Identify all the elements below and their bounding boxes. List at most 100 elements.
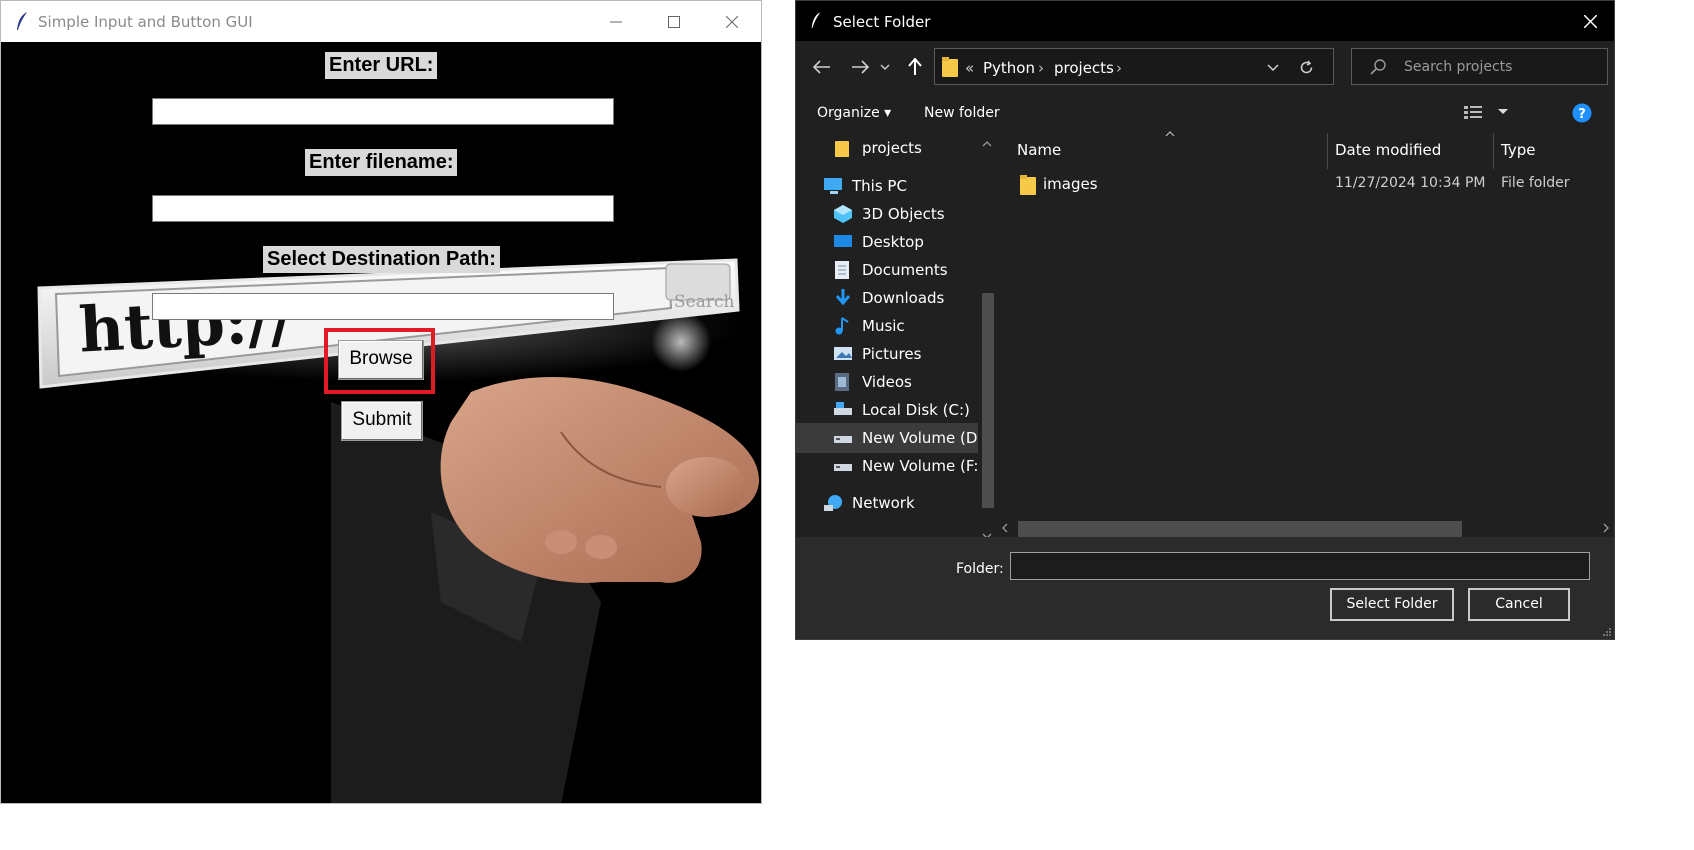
file-name: images	[1043, 175, 1098, 193]
nav-label: Downloads	[862, 289, 945, 307]
file-type: File folder	[1501, 175, 1570, 191]
nav-item-desktop[interactable]: Desktop	[796, 227, 978, 257]
chevron-right-icon[interactable]	[1603, 523, 1609, 533]
column-divider[interactable]	[1493, 133, 1494, 169]
breadcrumb-projects[interactable]: projects	[1054, 59, 1114, 77]
recent-locations-button[interactable]	[875, 51, 895, 83]
help-icon[interactable]: ?	[1572, 103, 1592, 123]
tk-content: http:// Search Enter URL: Enter filename…	[1, 42, 761, 803]
search-box[interactable]: Search projects	[1351, 48, 1608, 85]
folder-input[interactable]	[1010, 552, 1590, 580]
cancel-button[interactable]: Cancel	[1468, 588, 1570, 621]
feather-icon	[811, 12, 821, 28]
nav-label: Network	[852, 494, 915, 512]
picture-icon	[834, 347, 852, 360]
nav-scrollbar-thumb[interactable]	[982, 293, 994, 508]
feather-icon	[17, 12, 27, 30]
chevron-left-icon[interactable]	[1002, 523, 1008, 533]
resize-grip-icon[interactable]	[1602, 627, 1612, 637]
search-icon	[1370, 59, 1386, 75]
nav-label: Desktop	[862, 233, 924, 251]
breadcrumb-separator-icon: ›	[1116, 59, 1122, 77]
drive-icon	[834, 402, 852, 415]
window-title: Simple Input and Button GUI	[38, 13, 253, 31]
drive-icon	[834, 436, 852, 443]
view-options-icon[interactable]	[1464, 105, 1510, 119]
select-folder-button[interactable]: Select Folder	[1330, 588, 1454, 621]
nav-item-new-volume-d[interactable]: New Volume (D:	[796, 423, 983, 453]
maximize-icon	[668, 15, 680, 28]
close-icon	[726, 15, 738, 28]
submit-button[interactable]: Submit	[341, 401, 423, 441]
select-folder-dialog: Select Folder « Python › projects › Sear…	[795, 0, 1615, 640]
nav-label: Pictures	[862, 345, 922, 363]
nav-item-network[interactable]: Network	[796, 488, 978, 518]
column-header-type[interactable]: Type	[1501, 141, 1535, 159]
address-bar[interactable]: « Python › projects ›	[934, 48, 1334, 85]
filename-label: Enter filename:	[305, 149, 458, 176]
file-date: 11/27/2024 10:34 PM	[1335, 175, 1486, 191]
dialog-close-button[interactable]	[1566, 1, 1614, 41]
column-header-name[interactable]: Name	[1017, 141, 1061, 159]
bg-search-text: Search	[674, 292, 735, 312]
up-button[interactable]	[900, 51, 930, 83]
folder-icon	[942, 57, 958, 77]
search-input[interactable]: Search projects	[1404, 59, 1512, 75]
nav-item-local-disk-c[interactable]: Local Disk (C:)	[796, 395, 978, 425]
nav-label: Videos	[862, 373, 912, 391]
url-input[interactable]	[152, 98, 614, 125]
chevron-up-icon[interactable]	[982, 141, 992, 147]
browse-button[interactable]: Browse	[338, 340, 424, 380]
maximize-button[interactable]	[645, 1, 703, 42]
desktop-icon	[834, 235, 852, 247]
column-header-date[interactable]: Date modified	[1335, 141, 1441, 159]
breadcrumb-python[interactable]: Python	[983, 59, 1035, 77]
network-icon	[824, 495, 842, 511]
close-button[interactable]	[703, 1, 761, 42]
tk-window: Simple Input and Button GUI http:// Sear…	[0, 0, 762, 804]
pc-icon	[824, 178, 842, 194]
back-button[interactable]	[807, 51, 837, 83]
refresh-icon[interactable]	[1299, 60, 1314, 75]
nav-item-projects[interactable]: projects	[796, 133, 978, 163]
destination-input[interactable]	[152, 293, 614, 320]
nav-item-documents[interactable]: Documents	[796, 255, 978, 285]
nav-item-pictures[interactable]: Pictures	[796, 339, 978, 369]
horizontal-scrollbar-thumb[interactable]	[1018, 521, 1462, 537]
nav-label: This PC	[852, 177, 907, 195]
nav-item-downloads[interactable]: Downloads	[796, 283, 978, 313]
sort-ascending-icon	[1165, 131, 1175, 137]
nav-label: Music	[862, 317, 905, 335]
navigation-pane[interactable]: projects This PC 3D Objects Desktop Docu…	[796, 133, 996, 548]
arrow-left-icon	[813, 60, 830, 74]
chevron-down-icon[interactable]	[1267, 64, 1279, 71]
folder-icon	[835, 141, 849, 157]
breadcrumb-separator-icon: ›	[1038, 59, 1044, 77]
minimize-icon	[610, 21, 622, 22]
file-row[interactable]: images 11/27/2024 10:34 PM File folder	[1004, 171, 1614, 201]
nav-item-music[interactable]: Music	[796, 311, 978, 341]
organize-menu[interactable]: Organize ▾	[817, 105, 891, 121]
nav-item-videos[interactable]: Videos	[796, 367, 978, 397]
minimize-button[interactable]	[587, 1, 645, 42]
nav-label: Local Disk (C:)	[862, 401, 970, 419]
breadcrumb-overflow[interactable]: «	[965, 59, 974, 77]
dialog-titlebar[interactable]: Select Folder	[796, 1, 1614, 41]
arrow-right-icon	[852, 60, 869, 74]
forward-button[interactable]	[845, 51, 875, 83]
url-label: Enter URL:	[325, 52, 438, 79]
drive-icon	[834, 464, 852, 471]
new-folder-button[interactable]: New folder	[924, 105, 1000, 121]
destination-label: Select Destination Path:	[263, 246, 500, 273]
tk-titlebar[interactable]: Simple Input and Button GUI	[1, 1, 761, 42]
nav-label: 3D Objects	[862, 205, 945, 223]
folder-label: Folder:	[956, 561, 1004, 577]
nav-label: projects	[862, 139, 922, 157]
filename-input[interactable]	[152, 195, 614, 222]
nav-item-3d-objects[interactable]: 3D Objects	[796, 199, 978, 229]
nav-label: Documents	[862, 261, 948, 279]
column-divider[interactable]	[1327, 133, 1328, 169]
video-icon	[835, 373, 849, 391]
nav-item-new-volume-f[interactable]: New Volume (F:)	[796, 451, 984, 481]
nav-item-this-pc[interactable]: This PC	[796, 171, 978, 201]
